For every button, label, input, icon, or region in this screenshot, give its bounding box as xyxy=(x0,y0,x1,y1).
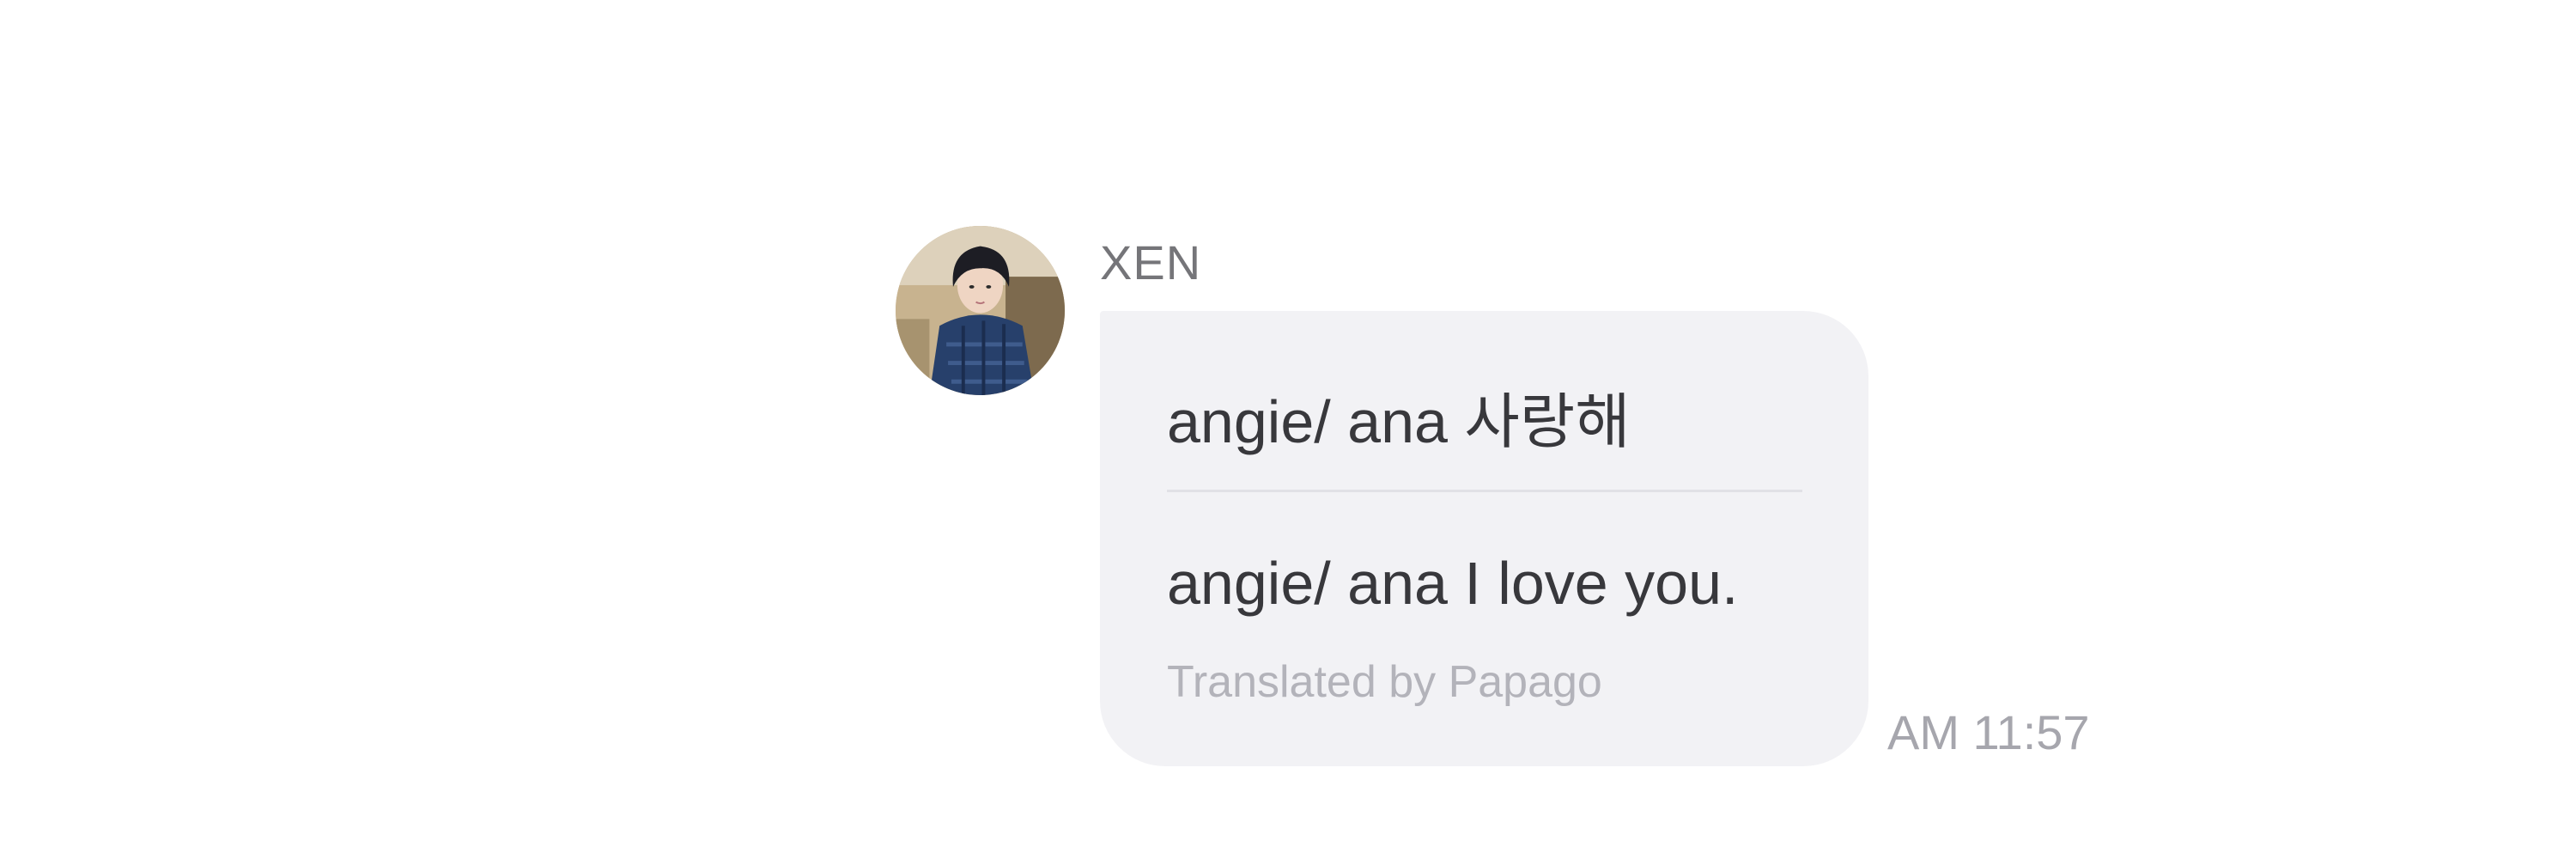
sender-avatar[interactable] xyxy=(896,226,1065,395)
profile-photo-icon xyxy=(896,226,1065,395)
message-timestamp: AM 11:57 xyxy=(1887,705,2090,759)
sender-name: XEN xyxy=(1100,235,1202,289)
chat-view: XEN angie/ ana 사랑해 angie/ ana I love you… xyxy=(0,0,2576,859)
translation-divider xyxy=(1167,490,1802,492)
original-message-text: angie/ ana 사랑해 xyxy=(1167,388,1631,455)
message-bubble[interactable]: angie/ ana 사랑해 angie/ ana I love you. Tr… xyxy=(1100,311,1868,766)
translated-message-text: angie/ ana I love you. xyxy=(1167,550,1739,617)
translation-credit: Translated by Papago xyxy=(1167,657,1602,707)
